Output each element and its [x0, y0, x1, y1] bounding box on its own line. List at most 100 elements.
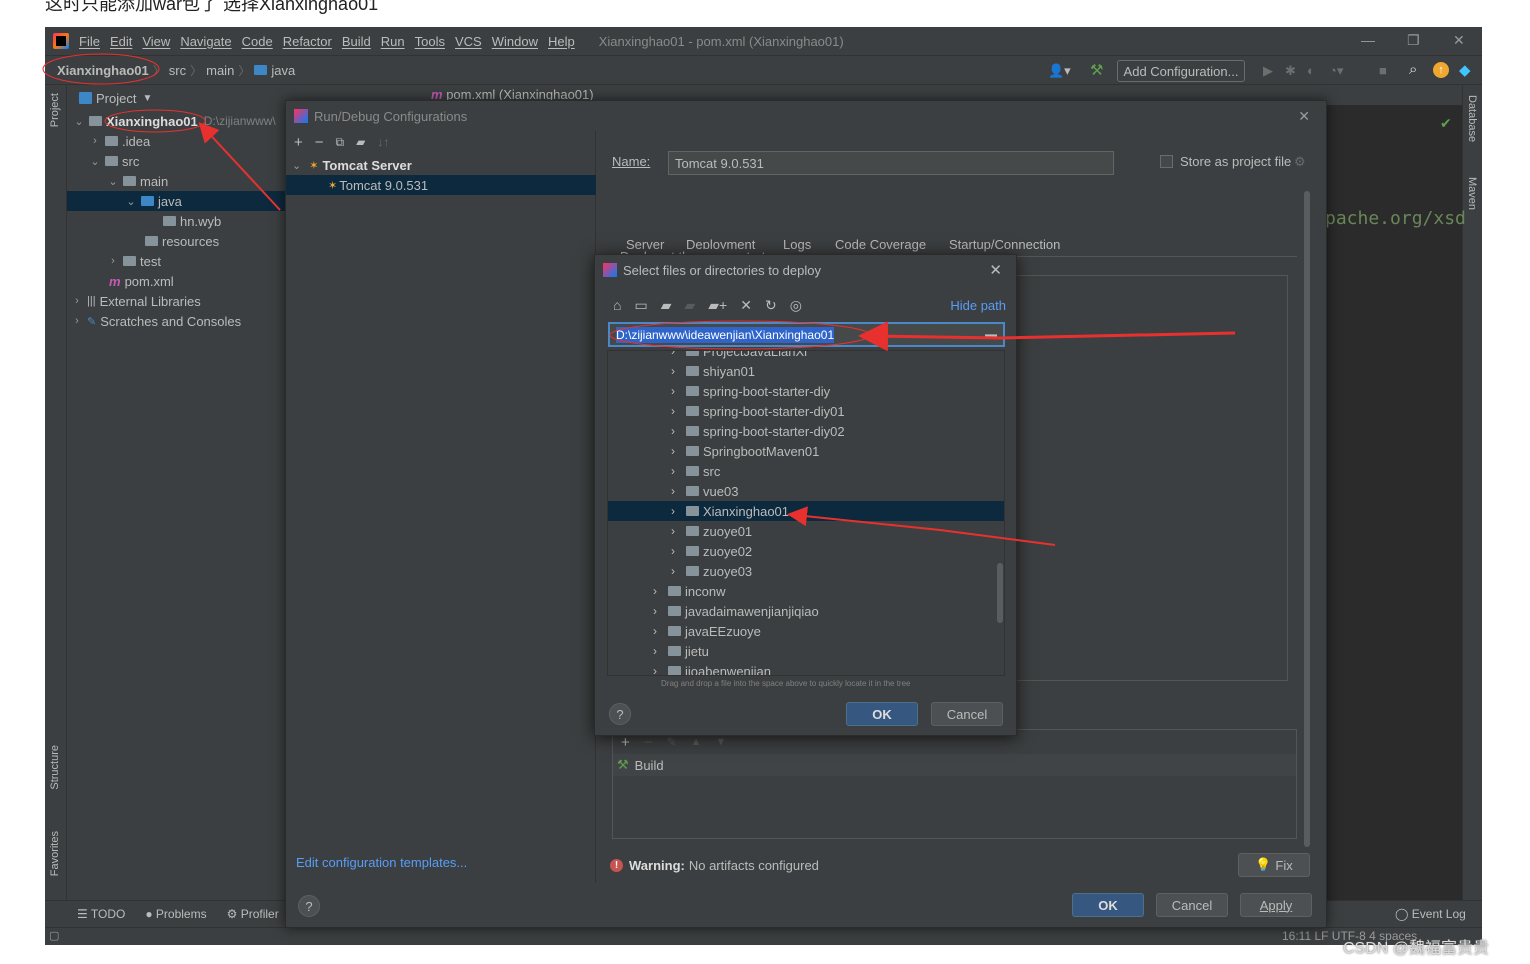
- tree-item-external-libraries[interactable]: › ||| External Libraries: [67, 291, 285, 311]
- config-group-tomcat-server[interactable]: ⌄ ✶ Tomcat Server: [286, 155, 596, 175]
- refresh-icon[interactable]: ↻: [765, 297, 777, 314]
- help-icon[interactable]: ?: [609, 703, 631, 725]
- edit-templates-link[interactable]: Edit configuration templates...: [296, 855, 467, 870]
- project-tool-tab[interactable]: Project: [49, 93, 61, 127]
- close-icon[interactable]: ✕: [989, 261, 1002, 279]
- profiler-tool-tab[interactable]: ⚙ Profiler: [227, 907, 279, 921]
- tree-item-src[interactable]: ⌄ src: [67, 151, 285, 171]
- sort-icon[interactable]: ↓↑: [377, 135, 389, 149]
- ok-button[interactable]: OK: [1072, 893, 1144, 917]
- tree-item-scratches[interactable]: › ✎ Scratches and Consoles: [67, 311, 285, 331]
- move-up-icon[interactable]: ▲: [691, 736, 702, 748]
- add-configuration-button[interactable]: Add Configuration...: [1117, 60, 1245, 82]
- menu-view[interactable]: View: [142, 34, 170, 49]
- path-input[interactable]: D:\zijianwww\ideawenjian\Xianxinghao01 ▬: [608, 322, 1005, 347]
- file-tree-item[interactable]: › SpringbootMaven01: [608, 441, 1004, 461]
- file-tree-item[interactable]: › spring-boot-starter-diy: [608, 381, 1004, 401]
- file-tree-scrollbar[interactable]: [997, 563, 1003, 623]
- file-tree-item-selected[interactable]: › Xianxinghao01: [608, 501, 1004, 521]
- home-icon[interactable]: ⌂: [613, 297, 621, 313]
- file-tree-item[interactable]: › javadaimawenjianjiqiao: [608, 601, 1004, 621]
- menu-edit[interactable]: Edit: [110, 34, 132, 49]
- tree-item-pom[interactable]: m pom.xml: [67, 271, 285, 291]
- menu-build[interactable]: Build: [342, 34, 371, 49]
- file-tree-item[interactable]: › jietu: [608, 641, 1004, 661]
- tab-code-coverage[interactable]: Code Coverage: [835, 237, 926, 252]
- coverage-icon[interactable]: ◐: [1307, 63, 1315, 78]
- menu-navigate[interactable]: Navigate: [180, 34, 231, 49]
- breadcrumb-main[interactable]: main: [206, 63, 234, 78]
- file-tree-item[interactable]: › vue03: [608, 481, 1004, 501]
- menu-refactor[interactable]: Refactor: [283, 34, 332, 49]
- add-icon[interactable]: +: [621, 734, 630, 751]
- tree-item-resources[interactable]: resources: [67, 231, 285, 251]
- run-icon[interactable]: ▶: [1263, 63, 1273, 79]
- project-panel-header[interactable]: Project ▼: [67, 85, 285, 111]
- menu-help[interactable]: Help: [548, 34, 575, 49]
- file-tree-item[interactable]: › zuoye03: [608, 561, 1004, 581]
- todo-tool-tab[interactable]: ☰ TODO: [77, 907, 125, 921]
- breadcrumb-src[interactable]: src: [169, 63, 186, 78]
- tab-startup-connection[interactable]: Startup/Connection: [949, 237, 1060, 252]
- tool-windows-icon[interactable]: ▢: [49, 929, 59, 942]
- module-dir-icon[interactable]: ▰: [684, 297, 695, 314]
- breadcrumb-project[interactable]: Xianxinghao01: [57, 63, 149, 78]
- remove-icon[interactable]: −: [315, 134, 324, 151]
- help-icon[interactable]: ?: [298, 895, 320, 917]
- file-tree-item[interactable]: › zuoye01: [608, 521, 1004, 541]
- history-dropdown-icon[interactable]: ▬: [985, 327, 997, 341]
- new-folder-icon[interactable]: ▰+: [708, 297, 727, 314]
- chevron-down-icon[interactable]: ▼: [142, 93, 152, 104]
- breadcrumb-java[interactable]: java: [271, 63, 295, 78]
- structure-tool-tab[interactable]: Structure: [49, 745, 61, 790]
- favorites-tool-tab[interactable]: Favorites: [49, 831, 61, 876]
- user-icon[interactable]: 👤▾: [1048, 63, 1071, 79]
- file-tree-item[interactable]: › jioabenwenjian: [608, 661, 1004, 675]
- menu-code[interactable]: Code: [242, 34, 273, 49]
- show-hidden-icon[interactable]: ◎: [790, 297, 802, 314]
- tree-item-package[interactable]: hn.wyb: [67, 211, 285, 231]
- remove-icon[interactable]: −: [644, 734, 653, 751]
- store-as-project-file-checkbox[interactable]: [1160, 155, 1173, 168]
- tree-item-java[interactable]: ⌄ java: [67, 191, 285, 211]
- file-tree-item[interactable]: › zuoye02: [608, 541, 1004, 561]
- desktop-icon[interactable]: ▭: [634, 297, 647, 314]
- file-tree-item[interactable]: › spring-boot-starter-diy02: [608, 421, 1004, 441]
- build-hammer-icon[interactable]: ⚒: [1090, 61, 1103, 79]
- tab-logs[interactable]: Logs: [783, 237, 811, 252]
- scrollbar[interactable]: [1304, 191, 1310, 847]
- delete-icon[interactable]: ✕: [740, 297, 752, 314]
- edit-icon[interactable]: ✎: [667, 735, 677, 749]
- stop-icon[interactable]: ■: [1379, 63, 1387, 78]
- database-tool-tab[interactable]: Database: [1466, 95, 1478, 142]
- search-icon[interactable]: ⌕: [1409, 61, 1417, 78]
- file-tree-item[interactable]: › javaEEzuoye: [608, 621, 1004, 641]
- maven-tool-tab[interactable]: Maven: [1466, 177, 1478, 210]
- before-launch-build-item[interactable]: ⚒ Build: [613, 754, 1296, 776]
- config-item-tomcat[interactable]: ✶ Tomcat 9.0.531: [286, 175, 596, 195]
- toolbox-icon[interactable]: ◆: [1459, 61, 1471, 79]
- tree-item-project-root[interactable]: ⌄ Xianxinghao01 D:\zijianwww\: [67, 111, 285, 131]
- minimize-icon[interactable]: —: [1361, 32, 1375, 48]
- cancel-button[interactable]: Cancel: [1156, 893, 1228, 917]
- file-tree-item[interactable]: › shiyan01: [608, 361, 1004, 381]
- apply-button[interactable]: Apply: [1240, 893, 1312, 917]
- restore-icon[interactable]: ❐: [1407, 32, 1420, 49]
- file-tree-item[interactable]: › inconw: [608, 581, 1004, 601]
- project-dir-icon[interactable]: ▰: [661, 297, 672, 314]
- fix-button[interactable]: 💡 Fix: [1238, 853, 1310, 877]
- select-ok-button[interactable]: OK: [846, 702, 918, 726]
- menu-file[interactable]: File: [79, 34, 100, 49]
- select-cancel-button[interactable]: Cancel: [931, 702, 1003, 726]
- tree-item-idea[interactable]: › .idea: [67, 131, 285, 151]
- add-icon[interactable]: +: [294, 134, 303, 151]
- profile-icon[interactable]: ◔▾: [1329, 63, 1343, 79]
- menu-window[interactable]: Window: [492, 34, 538, 49]
- move-down-icon[interactable]: ▼: [715, 736, 726, 748]
- tree-item-test[interactable]: › test: [67, 251, 285, 271]
- event-log-tool-tab[interactable]: ◯ Event Log: [1395, 907, 1466, 921]
- hide-path-link[interactable]: Hide path: [950, 298, 1006, 313]
- move-to-folder-icon[interactable]: ▰: [356, 135, 365, 149]
- file-tree-item[interactable]: › spring-boot-starter-diy01: [608, 401, 1004, 421]
- tree-item-main[interactable]: ⌄ main: [67, 171, 285, 191]
